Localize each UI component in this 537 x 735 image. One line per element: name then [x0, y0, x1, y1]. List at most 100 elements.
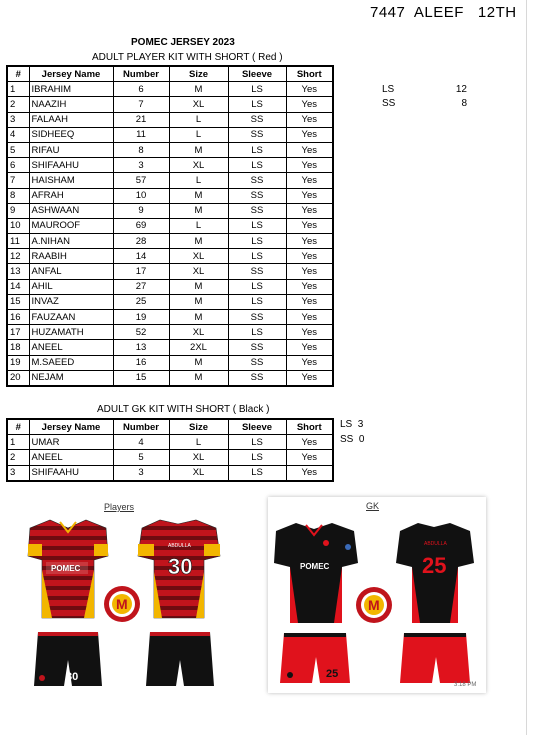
cell-number: 52 [112, 324, 170, 341]
cell-sleeve: SS [227, 172, 287, 189]
cell-jersey-name: IBRAHIM [28, 81, 114, 98]
cell-jersey-name: MAUROOF [28, 217, 114, 235]
cell-number: 15 [112, 369, 170, 387]
col-header-short: Short [285, 65, 334, 83]
players-back-name: ABDULLA [168, 543, 191, 549]
gk-table-caption: ADULT GK KIT WITH SHORT ( Black ) [97, 404, 270, 415]
cell-jersey-name: RIFAU [28, 141, 114, 159]
cell-sleeve: LS [227, 434, 287, 451]
col-header-short: Short [285, 418, 334, 436]
svg-text:M: M [116, 596, 128, 612]
cell-sleeve: LS [227, 96, 287, 113]
cell-size: M [168, 187, 229, 204]
cell-sleeve: SS [227, 187, 287, 204]
players-table-row: 19 M.SAEED 16 M SS Yes [6, 354, 334, 371]
gk-kit-image: GK POMEC ABDULLA 25 M 25 3:18 PM [268, 497, 486, 693]
cell-index: 14 [6, 278, 30, 295]
cell-sleeve: LS [227, 464, 287, 482]
cell-jersey-name: HUZAMATH [28, 324, 114, 341]
gk-front-brand: POMEC [300, 562, 330, 571]
cell-size: M [168, 354, 229, 371]
cell-size: M [168, 202, 229, 219]
cell-number: 16 [112, 354, 170, 371]
players-table-row: 13 ANFAL 17 XL SS Yes [6, 263, 334, 280]
svg-text:M: M [368, 597, 380, 613]
cell-jersey-name: FALAAH [28, 111, 114, 128]
cell-jersey-name: UMAR [28, 434, 114, 451]
cell-number: 14 [112, 248, 170, 265]
players-back-shorts [146, 632, 214, 686]
cell-index: 6 [6, 157, 30, 174]
players-kit-drawing: POMEC ABDULLA 30 M 30 [27, 519, 221, 686]
cell-number: 17 [112, 263, 170, 280]
gk-table: # Jersey Name Number Size Sleeve Short 1… [6, 418, 334, 482]
cell-short: Yes [285, 141, 334, 159]
players-table-row: 16 FAUZAAN 19 M SS Yes [6, 308, 334, 326]
players-table-row: 14 AHIL 27 M LS Yes [6, 278, 334, 295]
players-table-row: 20 NEJAM 15 M SS Yes [6, 369, 334, 387]
cell-index: 3 [6, 464, 30, 482]
cell-size: L [168, 217, 229, 235]
cell-sleeve: SS [227, 369, 287, 387]
cell-index: 4 [6, 126, 30, 143]
cell-number: 11 [112, 126, 170, 143]
players-table-caption: ADULT PLAYER KIT WITH SHORT ( Red ) [92, 52, 283, 63]
summary-ss-label: SS [382, 98, 396, 109]
cell-number: 9 [112, 202, 170, 219]
gk-table-row: 2 ANEEL 5 XL LS Yes [6, 449, 334, 466]
cell-number: 27 [112, 278, 170, 295]
club-badge-icon: M [104, 586, 140, 622]
cell-sleeve: SS [227, 111, 287, 128]
cell-index: 8 [6, 187, 30, 204]
summary-ls-label: LS [382, 84, 395, 95]
cell-sleeve: SS [227, 202, 287, 219]
cell-index: 10 [6, 217, 30, 235]
players-table-row: 8 AFRAH 10 M SS Yes [6, 187, 334, 204]
cell-index: 2 [6, 96, 30, 113]
cell-short: Yes [285, 278, 334, 295]
cell-index: 3 [6, 111, 30, 128]
cell-size: XL [168, 449, 229, 466]
cell-index: 7 [6, 172, 30, 189]
cell-short: Yes [285, 324, 334, 341]
cell-index: 16 [6, 308, 30, 326]
cell-sleeve: LS [227, 233, 287, 250]
cell-sleeve: SS [227, 354, 287, 371]
cell-size: L [168, 111, 229, 128]
gk-front-shorts [280, 633, 350, 683]
cell-index: 1 [6, 81, 30, 98]
col-header-index: # [6, 418, 30, 436]
players-table-row: 9 ASHWAAN 9 M SS Yes [6, 202, 334, 219]
players-table-row: 2 NAAZIH 7 XL LS Yes [6, 96, 334, 113]
col-header-sleeve: Sleeve [227, 418, 287, 436]
cell-sleeve: LS [227, 324, 287, 341]
col-header-size: Size [168, 418, 229, 436]
players-table-row: 10 MAUROOF 69 L LS Yes [6, 217, 334, 235]
cell-jersey-name: AFRAH [28, 187, 114, 204]
cell-index: 12 [6, 248, 30, 265]
cell-number: 69 [112, 217, 170, 235]
cell-jersey-name: ANEEL [28, 339, 114, 356]
cell-short: Yes [285, 111, 334, 128]
players-table-row: 11 A.NIHAN 28 M LS Yes [6, 233, 334, 250]
cell-sleeve: LS [227, 157, 287, 174]
cell-index: 5 [6, 141, 30, 159]
cell-jersey-name: M.SAEED [28, 354, 114, 371]
cell-size: XL [168, 157, 229, 174]
players-kit-image: Players POMEC ABDULLA 30 M 30 [8, 500, 226, 692]
cell-sleeve: LS [227, 293, 287, 311]
cell-number: 7 [112, 96, 170, 113]
col-header-sleeve: Sleeve [227, 65, 287, 83]
cell-jersey-name: RAABIH [28, 248, 114, 265]
cell-short: Yes [285, 339, 334, 356]
gk-front-jersey [274, 523, 358, 623]
cell-size: 2XL [168, 339, 229, 356]
cell-short: Yes [285, 172, 334, 189]
cell-index: 15 [6, 293, 30, 311]
cell-size: M [168, 278, 229, 295]
col-header-jersey-name: Jersey Name [28, 418, 114, 436]
gk-table-row: 3 SHIFAAHU 3 XL LS Yes [6, 464, 334, 482]
cell-jersey-name: HAISHAM [28, 172, 114, 189]
players-table-row: 18 ANEEL 13 2XL SS Yes [6, 339, 334, 356]
players-table-row: 3 FALAAH 21 L SS Yes [6, 111, 334, 128]
